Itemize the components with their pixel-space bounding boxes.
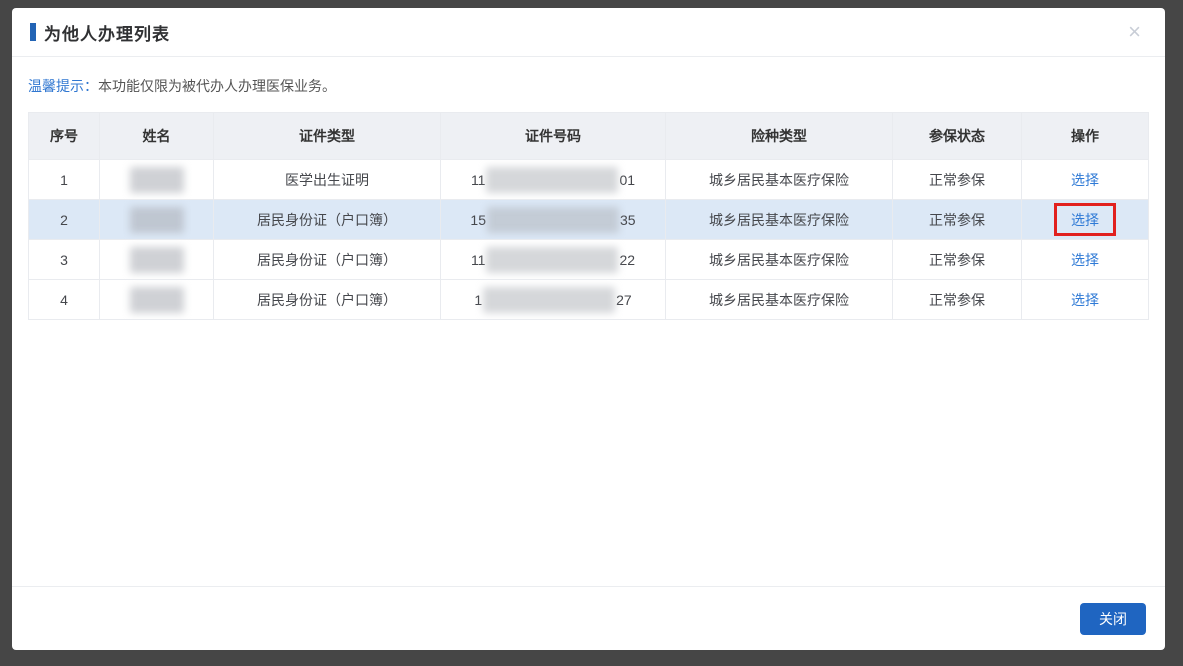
cell-name: [100, 160, 214, 200]
cell-cert-type: 居民身份证（户口簿）: [214, 200, 441, 240]
id-suffix: 01: [619, 172, 635, 188]
select-link[interactable]: 选择: [1071, 290, 1099, 310]
redacted-name: [130, 287, 184, 313]
id-prefix: 1: [474, 292, 482, 308]
redacted-id-middle: [486, 247, 618, 273]
redacted-name: [130, 167, 184, 193]
id-suffix: 35: [620, 212, 636, 228]
table-row: 2 居民身份证（户口簿） 1535 城乡居民基本医疗保险 正常参保 选择: [29, 200, 1149, 240]
redacted-name: [130, 247, 184, 273]
cell-action: 选择: [1022, 240, 1149, 280]
col-header-name: 姓名: [100, 113, 214, 160]
cell-index: 1: [29, 160, 100, 200]
dialog-footer: 关闭: [12, 586, 1165, 650]
cell-cert-number: 1 27: [441, 280, 666, 320]
cell-status: 正常参保: [893, 280, 1022, 320]
id-prefix: 11: [471, 172, 486, 188]
col-header-index: 序号: [29, 113, 100, 160]
tip-label: 温馨提示：: [28, 78, 98, 94]
redacted-id-middle: [483, 287, 615, 313]
for-others-dialog: 为他人办理列表 × 温馨提示：本功能仅限为被代办人办理医保业务。 序号 姓名 证…: [12, 8, 1165, 650]
cell-status: 正常参保: [893, 160, 1022, 200]
id-prefix: 15: [470, 212, 486, 228]
cert-number: 11 01: [471, 167, 635, 193]
redacted-name: [130, 207, 184, 233]
select-link[interactable]: 选择: [1071, 250, 1099, 270]
select-action-box: 选择: [1071, 290, 1099, 310]
table-header: 序号 姓名 证件类型 证件号码 险种类型 参保状态 操作: [29, 113, 1149, 160]
col-header-cert-number: 证件号码: [441, 113, 666, 160]
table-row: 4 居民身份证（户口簿） 1 27 城乡居民基本医疗保险 正常参保 选择: [29, 280, 1149, 320]
id-suffix: 22: [619, 252, 635, 268]
select-link[interactable]: 选择: [1071, 170, 1099, 190]
table-row: 3 居民身份证（户口簿） 11 22 城乡居民基本医疗保险 正常参保 选择: [29, 240, 1149, 280]
cell-status: 正常参保: [893, 200, 1022, 240]
redacted-id-middle: [486, 167, 618, 193]
table-row: 1 医学出生证明 11 01 城乡居民基本医疗保险 正常参保 选择: [29, 160, 1149, 200]
cell-name: [100, 280, 214, 320]
cell-name: [100, 200, 214, 240]
dialog-header: 为他人办理列表 ×: [12, 8, 1165, 57]
close-icon[interactable]: ×: [1128, 21, 1141, 43]
cell-index: 3: [29, 240, 100, 280]
select-action-box: 选择: [1071, 170, 1099, 190]
cert-number: 11 22: [471, 247, 635, 273]
id-prefix: 11: [471, 252, 486, 268]
agent-person-table: 序号 姓名 证件类型 证件号码 险种类型 参保状态 操作 1 医学出生证明 11…: [28, 112, 1149, 320]
cell-insurance-type: 城乡居民基本医疗保险: [666, 280, 893, 320]
id-suffix: 27: [616, 292, 632, 308]
title-accent-bar: [30, 23, 36, 41]
cell-name: [100, 240, 214, 280]
cert-number: 1535: [470, 207, 635, 233]
cell-cert-number: 1535: [441, 200, 666, 240]
col-header-cert-type: 证件类型: [214, 113, 441, 160]
cell-cert-type: 居民身份证（户口簿）: [214, 280, 441, 320]
warm-tip: 温馨提示：本功能仅限为被代办人办理医保业务。: [28, 76, 1146, 96]
close-button[interactable]: 关闭: [1080, 603, 1146, 635]
cell-insurance-type: 城乡居民基本医疗保险: [666, 160, 893, 200]
cell-action: 选择: [1022, 200, 1149, 240]
cell-cert-number: 11 22: [441, 240, 666, 280]
dialog-body: 温馨提示：本功能仅限为被代办人办理医保业务。 序号 姓名 证件类型 证件号码 险…: [12, 57, 1165, 586]
cell-insurance-type: 城乡居民基本医疗保险: [666, 200, 893, 240]
select-action-box: 选择: [1071, 250, 1099, 270]
cell-index: 2: [29, 200, 100, 240]
cell-action: 选择: [1022, 160, 1149, 200]
select-link[interactable]: 选择: [1071, 210, 1099, 230]
cell-cert-number: 11 01: [441, 160, 666, 200]
tip-text: 本功能仅限为被代办人办理医保业务。: [98, 78, 336, 94]
table-body: 1 医学出生证明 11 01 城乡居民基本医疗保险 正常参保 选择 2 居民身份证…: [29, 160, 1149, 320]
cell-action: 选择: [1022, 280, 1149, 320]
cell-cert-type: 医学出生证明: [214, 160, 441, 200]
cell-status: 正常参保: [893, 240, 1022, 280]
select-action-box: 选择: [1054, 203, 1116, 236]
col-header-status: 参保状态: [893, 113, 1022, 160]
cell-cert-type: 居民身份证（户口簿）: [214, 240, 441, 280]
cell-index: 4: [29, 280, 100, 320]
col-header-action: 操作: [1022, 113, 1149, 160]
col-header-insurance-type: 险种类型: [666, 113, 893, 160]
redacted-id-middle: [487, 207, 619, 233]
dialog-title: 为他人办理列表: [44, 20, 170, 45]
cell-insurance-type: 城乡居民基本医疗保险: [666, 240, 893, 280]
cert-number: 1 27: [474, 287, 631, 313]
